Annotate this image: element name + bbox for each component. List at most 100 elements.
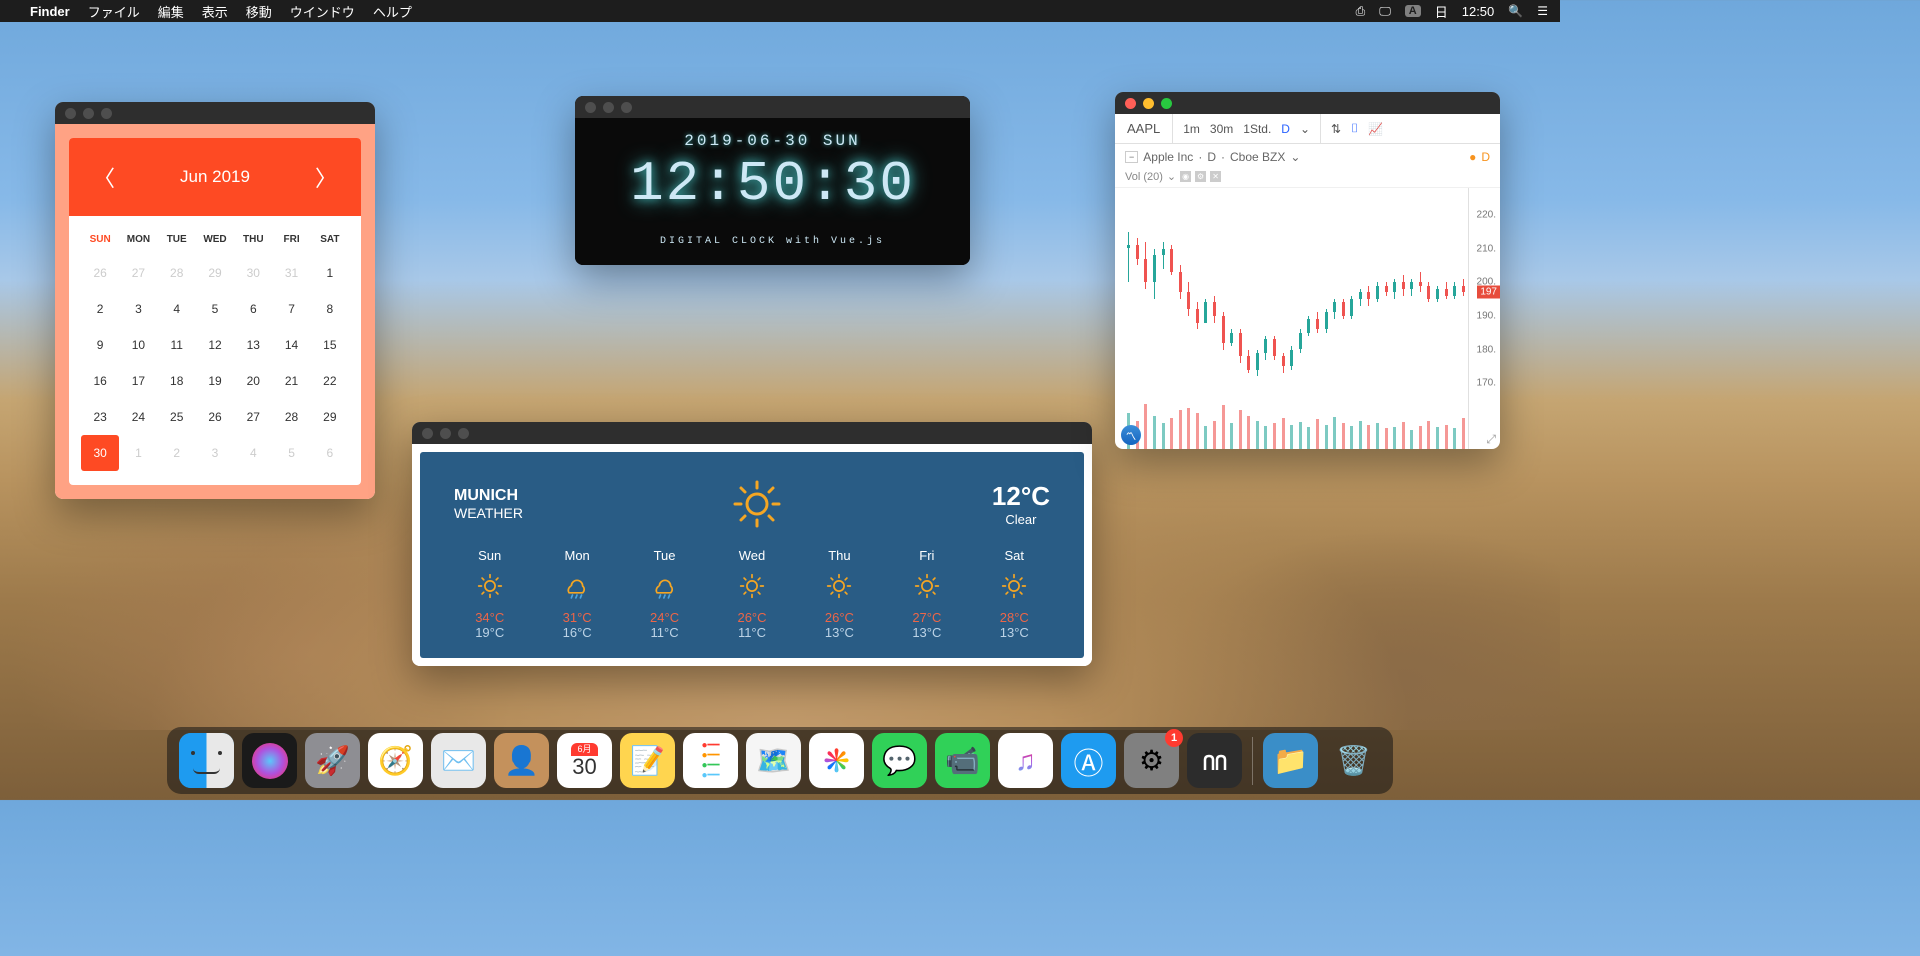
calendar-day[interactable]: 2 <box>81 291 119 327</box>
weather-window[interactable]: MUNICH WEATHER 12°C Clear Sun 34°C 19°CM… <box>412 422 1092 666</box>
dock-siri[interactable] <box>242 733 297 788</box>
dock-launchpad[interactable]: 🚀 <box>305 733 360 788</box>
calendar-day[interactable]: 29 <box>311 399 349 435</box>
calendar-day[interactable]: 4 <box>234 435 272 471</box>
minimize-icon[interactable] <box>440 428 451 439</box>
dock-mail[interactable]: ✉️ <box>431 733 486 788</box>
candle-icon[interactable]: ⌷ <box>1351 121 1358 136</box>
dock-itunes[interactable]: ♫ <box>998 733 1053 788</box>
zoom-icon[interactable] <box>458 428 469 439</box>
calendar-day[interactable]: 7 <box>272 291 310 327</box>
calendar-day[interactable]: 2 <box>158 435 196 471</box>
minimize-icon[interactable] <box>83 108 94 119</box>
dock-calendar[interactable]: 6月30 <box>557 733 612 788</box>
collapse-icon[interactable]: − <box>1125 151 1138 163</box>
dock-photos[interactable]: ❋ <box>809 733 864 788</box>
calendar-day[interactable]: 25 <box>158 399 196 435</box>
calendar-day[interactable]: 11 <box>158 327 196 363</box>
calendar-day[interactable]: 28 <box>158 255 196 291</box>
close-icon[interactable] <box>65 108 76 119</box>
calendar-day[interactable]: 10 <box>119 327 157 363</box>
zoom-icon[interactable] <box>621 102 632 113</box>
calendar-day[interactable]: 26 <box>81 255 119 291</box>
prev-month-button[interactable]: 〈 <box>93 161 115 193</box>
calendar-day[interactable]: 17 <box>119 363 157 399</box>
calendar-day[interactable]: 29 <box>196 255 234 291</box>
calendar-day[interactable]: 18 <box>158 363 196 399</box>
calendar-day[interactable]: 3 <box>119 291 157 327</box>
interval-button[interactable]: 1Std. <box>1243 122 1271 136</box>
zoom-icon[interactable] <box>1161 98 1172 109</box>
calendar-day[interactable]: 20 <box>234 363 272 399</box>
titlebar[interactable] <box>575 96 970 118</box>
titlebar[interactable] <box>412 422 1092 444</box>
calendar-day[interactable]: 22 <box>311 363 349 399</box>
calendar-day[interactable]: 31 <box>272 255 310 291</box>
calendar-day[interactable]: 26 <box>196 399 234 435</box>
calendar-day[interactable]: 4 <box>158 291 196 327</box>
calendar-day[interactable]: 24 <box>119 399 157 435</box>
dock-finder[interactable] <box>179 733 234 788</box>
tradingview-logo-icon[interactable]: 〽 <box>1121 425 1141 445</box>
stock-window[interactable]: AAPL 1m 30m 1Std. D ⌄ ⇅ ⌷ 📈 − Apple Inc … <box>1115 92 1500 449</box>
calendar-day[interactable]: 8 <box>311 291 349 327</box>
titlebar[interactable] <box>1115 92 1500 114</box>
calendar-day[interactable]: 5 <box>272 435 310 471</box>
compare-icon[interactable]: ⇅ <box>1331 122 1341 136</box>
close-icon[interactable] <box>585 102 596 113</box>
calendar-day[interactable]: 30 <box>81 435 119 471</box>
interval-button[interactable]: 1m <box>1183 122 1200 136</box>
calendar-day[interactable]: 23 <box>81 399 119 435</box>
search-icon[interactable]: 🔍 <box>1508 4 1523 18</box>
dock-reminders[interactable]: ●━━●━━●━━●━━ <box>683 733 738 788</box>
calendar-day[interactable]: 27 <box>234 399 272 435</box>
calendar-day[interactable]: 3 <box>196 435 234 471</box>
vol-settings-icon[interactable]: ⚙ <box>1195 171 1206 182</box>
zoom-icon[interactable] <box>101 108 112 119</box>
calendar-day[interactable]: 13 <box>234 327 272 363</box>
menu-item[interactable]: ヘルプ <box>373 2 412 21</box>
calendar-day[interactable]: 30 <box>234 255 272 291</box>
calendar-day[interactable]: 6 <box>311 435 349 471</box>
menu-item[interactable]: 移動 <box>246 2 272 21</box>
dock-custom[interactable] <box>1187 733 1242 788</box>
dock-safari[interactable]: 🧭 <box>368 733 423 788</box>
calendar-day[interactable]: 21 <box>272 363 310 399</box>
display-icon[interactable]: 🖵 <box>1379 4 1391 19</box>
dock-appstore[interactable]: Ⓐ <box>1061 733 1116 788</box>
dock-downloads[interactable]: 📁 <box>1263 733 1318 788</box>
calendar-day[interactable]: 16 <box>81 363 119 399</box>
calendar-day[interactable]: 15 <box>311 327 349 363</box>
menu-item[interactable]: 表示 <box>202 2 228 21</box>
minimize-icon[interactable] <box>1143 98 1154 109</box>
menu-item[interactable]: ウインドウ <box>290 2 355 21</box>
calendar-day[interactable]: 12 <box>196 327 234 363</box>
close-icon[interactable] <box>1125 98 1136 109</box>
indicator-icon[interactable]: 📈 <box>1368 122 1383 136</box>
chevron-down-icon[interactable]: ⌄ <box>1167 170 1176 183</box>
dock-preferences[interactable]: ⚙1 <box>1124 733 1179 788</box>
menubar-time[interactable]: 12:50 <box>1462 4 1495 19</box>
vol-eye-icon[interactable]: ◉ <box>1180 171 1191 182</box>
calendar-day[interactable]: 9 <box>81 327 119 363</box>
airplay-icon[interactable]: ⎙ <box>1356 4 1366 19</box>
chart-area[interactable]: 220.210.200.190.180.170. 197 〽 Mai Jun J… <box>1115 187 1500 449</box>
minimize-icon[interactable] <box>603 102 614 113</box>
calendar-day[interactable]: 14 <box>272 327 310 363</box>
calendar-day[interactable]: 28 <box>272 399 310 435</box>
calendar-day[interactable]: 27 <box>119 255 157 291</box>
vol-close-icon[interactable]: ✕ <box>1210 171 1221 182</box>
restore-icon[interactable]: ⤢ <box>1486 432 1496 447</box>
calendar-day[interactable]: 19 <box>196 363 234 399</box>
dock-contacts[interactable]: 👤 <box>494 733 549 788</box>
interval-button[interactable]: 30m <box>1210 122 1233 136</box>
app-name[interactable]: Finder <box>30 4 70 19</box>
close-icon[interactable] <box>422 428 433 439</box>
calendar-day[interactable]: 1 <box>311 255 349 291</box>
calendar-day[interactable]: 6 <box>234 291 272 327</box>
dock-messages[interactable]: 💬 <box>872 733 927 788</box>
dock-facetime[interactable]: 📹 <box>935 733 990 788</box>
menu-item[interactable]: ファイル <box>88 2 140 21</box>
dock-trash[interactable]: 🗑️ <box>1326 733 1381 788</box>
dock-maps[interactable]: 🗺️ <box>746 733 801 788</box>
